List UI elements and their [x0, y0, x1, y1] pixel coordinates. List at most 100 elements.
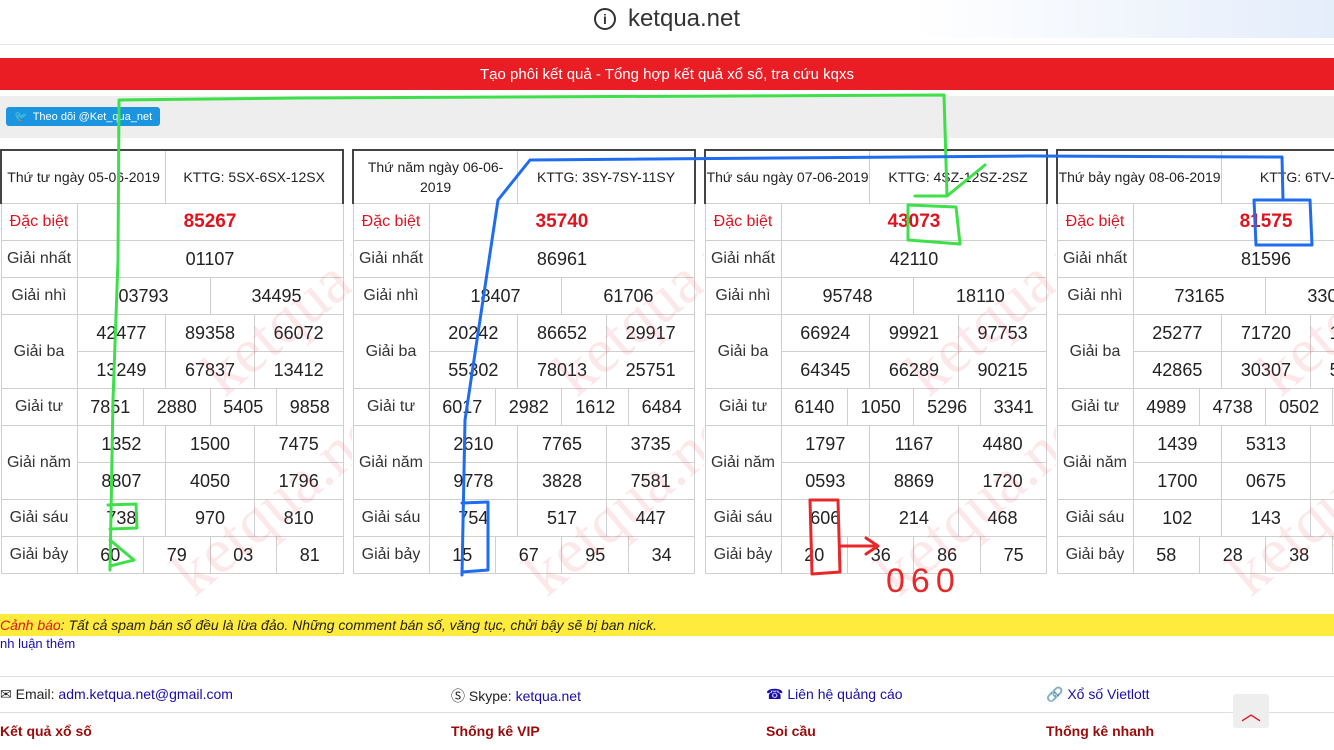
skype-contact: Ⓢ Skype: ketqua.net [451, 686, 581, 706]
vietlott-contact: 🔗 Xổ số Vietlott [1046, 686, 1150, 703]
prize-number: 81596 [1132, 240, 1334, 278]
prize-number: 8869 [869, 462, 959, 500]
seventh-row: Giải bảy58283846 [1056, 536, 1334, 574]
results-board: Thứ sáu ngày 07-06-2019 KTTG: 4SZ-12SZ-2S… [704, 149, 1048, 574]
prize-number: 58441 [1309, 351, 1334, 389]
prize-label: Giải bảy [0, 536, 78, 574]
special-row: Đặc biệt 85267 [0, 203, 344, 241]
prize-number: 34 [627, 536, 696, 574]
prize-number: 89358 [165, 314, 255, 352]
prize-number: 1700 [1132, 462, 1223, 500]
prize-number: 38 [1265, 536, 1333, 574]
prize-label: Giải sáu [704, 499, 782, 537]
prize-number: 43073 [780, 203, 1048, 241]
footer-quickstats-title[interactable]: Thống kê nhanh [1046, 723, 1154, 739]
footer-vip-title[interactable]: Thống kê VIP [451, 723, 540, 739]
sixth-row: Giải sáu 738 970 810 [0, 499, 344, 537]
footer-soicau-title[interactable]: Soi cầu [766, 723, 816, 739]
prize-number: 5313 [1221, 425, 1311, 463]
prize-label: Giải nhất [1056, 240, 1134, 278]
scroll-to-top-button[interactable]: ︿ [1233, 694, 1269, 728]
draw-date: Thứ tư ngày 05-06-2019 [0, 149, 167, 204]
prize-label: Giải tư [1056, 388, 1134, 426]
prize-number: 75 [979, 536, 1048, 574]
special-row: Đặc biệt 81575 [1056, 203, 1334, 241]
sixth-row: Giải sáu 606 214 468 [704, 499, 1048, 537]
skype-link[interactable]: ketqua.net [516, 688, 581, 704]
board-header: Thứ năm ngày 06-06-2019 KTTG: 3SY-7SY-11S… [352, 149, 696, 204]
fifth-row: Giải năm 2610 7765 3735 [352, 425, 696, 500]
prize-label: Giải sáu [1056, 499, 1134, 537]
special-row: Đặc biệt 35740 [352, 203, 696, 241]
warning-text: : Tất cả spam bán số đều là lừa đảo. Nhữ… [60, 617, 657, 633]
prize-number: 3341 [979, 388, 1048, 426]
email-contact: ✉ Email: adm.ketqua.net@gmail.com [0, 686, 233, 703]
board-header: Thứ sáu ngày 07-06-2019 KTTG: 4SZ-12SZ-2S… [704, 149, 1048, 204]
prize-number: 2610 [428, 425, 519, 463]
prize-number: 25751 [605, 351, 696, 389]
prize-number: 25277 [1132, 314, 1223, 352]
prize-number: 58 [1132, 536, 1200, 574]
footer-results-title[interactable]: Kết quả xổ số [0, 723, 92, 739]
prize-number: 81 [275, 536, 344, 574]
prize-number: 5296 [913, 388, 981, 426]
fourth-row: Giải tư 6017 2982 1612 6484 [352, 388, 696, 426]
kttg-code: KTTG: 3SY-7SY-11SY [517, 149, 696, 204]
prize-number: 13412 [253, 351, 344, 389]
prize-number: 97753 [957, 314, 1048, 352]
email-label: Email: [15, 686, 59, 702]
prize-number: 6140 [780, 388, 848, 426]
ads-link[interactable]: Liên hệ quảng cáo [787, 686, 902, 702]
link-icon: 🔗 [1046, 686, 1064, 702]
prize-number: 99921 [869, 314, 959, 352]
prize-number: 2982 [494, 388, 563, 426]
vietlott-link[interactable]: Xổ số Vietlott [1067, 686, 1149, 702]
warning-keyword: Cảnh báo [0, 617, 61, 633]
prize-number: 1439 [1132, 425, 1223, 463]
prize-number: 95748 [780, 277, 915, 315]
prize-label: Giải tư [352, 388, 430, 426]
prize-label: Giải năm [0, 425, 78, 500]
prize-number: 1352 [76, 425, 167, 463]
prize-number: 36 [846, 536, 915, 574]
prize-number: 78013 [517, 351, 607, 389]
chevron-up-icon: ︿ [1241, 702, 1261, 725]
email-link[interactable]: adm.ketqua.net@gmail.com [58, 686, 233, 702]
prize-number: 738 [76, 499, 167, 537]
third-row: Giải ba 66924 99921 97753 [704, 314, 1048, 389]
prize-number: 606 [780, 499, 871, 537]
prize-number: 15 [428, 536, 496, 574]
draw-date: Thứ bảy ngày 08-06-2019 [1056, 149, 1223, 204]
prize-label: Đặc biệt [704, 203, 782, 241]
envelope-icon: ✉ [0, 686, 12, 702]
prize-number: 55302 [428, 351, 519, 389]
prize-number: 810 [253, 499, 344, 537]
prize-label: Giải năm [352, 425, 430, 500]
ads-contact: ☎ Liên hệ quảng cáo [766, 686, 903, 703]
prize-number: 754 [428, 499, 519, 537]
fifth-row: Giải năm 1352 1500 7475 [0, 425, 344, 500]
prize-number: 66924 [780, 314, 871, 352]
prize-number: 18110 [913, 277, 1048, 315]
prize-label: Giải ba [352, 314, 430, 389]
prize-number: 6017 [428, 388, 496, 426]
third-row: Giải ba252777172015284 [1056, 314, 1334, 389]
prize-number: 1796 [253, 462, 344, 500]
prize-number: 0675 [1221, 462, 1311, 500]
prize-label: Giải sáu [0, 499, 78, 537]
prize-number: 0593 [780, 462, 871, 500]
prize-number: 1167 [869, 425, 959, 463]
prize-number: 66072 [253, 314, 344, 352]
prize-number: 102 [1132, 499, 1223, 537]
more-comments-link[interactable]: nh luận thêm [0, 636, 75, 651]
seventh-row: Giải bảy 20 36 86 75 [704, 536, 1048, 574]
prize-number: 4050 [165, 462, 255, 500]
results-board: Thứ tư ngày 05-06-2019 KTTG: 5SX-6SX-12SX… [0, 149, 345, 574]
prize-number: 86 [913, 536, 981, 574]
prize-number: 1612 [561, 388, 629, 426]
prize-number: 8807 [76, 462, 167, 500]
seventh-row: Giải bảy 60 79 03 81 [0, 536, 344, 574]
spam-warning: Cảnh báo : Tất cả spam bán số đều là lừa… [0, 614, 1334, 636]
prize-label: Giải tư [704, 388, 782, 426]
prize-label: Giải nhất [704, 240, 782, 278]
